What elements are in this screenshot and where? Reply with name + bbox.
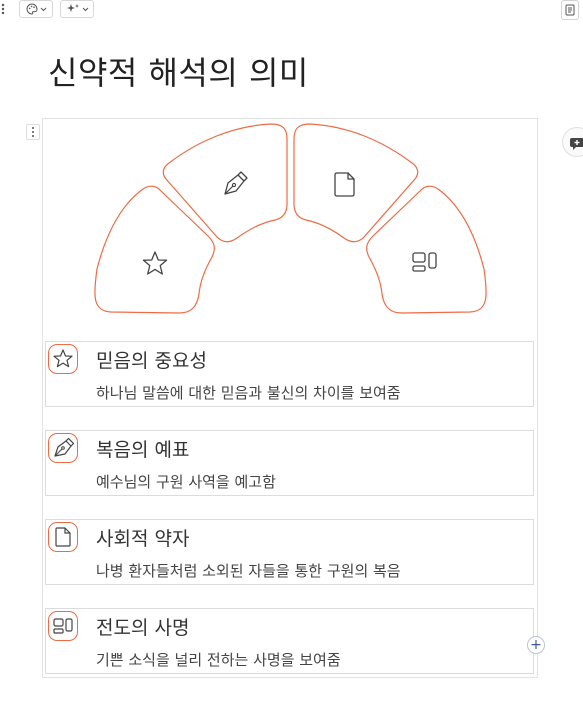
list-item[interactable]: 믿음의 중요성 하나님 말씀에 대한 믿음과 불신의 차이를 보여줌 bbox=[45, 341, 534, 407]
chevron-down-icon bbox=[82, 7, 88, 11]
more-vertical-icon bbox=[1, 3, 5, 15]
item-icon-badge bbox=[48, 344, 78, 374]
item-description: 기쁜 소식을 널리 전하는 사명을 보여줌 bbox=[96, 651, 341, 669]
star-icon bbox=[53, 349, 73, 368]
item-description: 예수님의 구원 사역을 예고함 bbox=[96, 473, 276, 491]
list-item[interactable]: 전도의 사명 기쁜 소식을 널리 전하는 사명을 보여줌 bbox=[45, 608, 534, 674]
add-comment-button[interactable] bbox=[562, 127, 583, 157]
pen-nib-icon bbox=[54, 437, 74, 457]
list-item[interactable]: 사회적 약자 나병 환자들처럼 소외된 자들을 통한 구원의 복음 bbox=[45, 519, 534, 585]
list-item[interactable]: 복음의 예표 예수님의 구원 사역을 예고함 bbox=[45, 430, 534, 496]
layout-icon bbox=[53, 618, 73, 634]
item-icon-badge bbox=[48, 611, 78, 641]
item-description: 하나님 말씀에 대한 믿음과 불신의 차이를 보여줌 bbox=[96, 384, 401, 402]
item-icon-badge bbox=[48, 433, 78, 463]
notes-button[interactable] bbox=[561, 0, 579, 20]
item-icon-badge bbox=[48, 522, 78, 552]
page-title: 신약적 해석의 의미 bbox=[48, 54, 309, 92]
notes-icon bbox=[565, 4, 575, 16]
comment-plus-icon bbox=[570, 138, 583, 150]
document-icon bbox=[55, 527, 71, 547]
item-title: 사회적 약자 bbox=[96, 528, 190, 550]
palette-icon bbox=[26, 3, 38, 15]
theme-palette-button[interactable] bbox=[19, 0, 53, 18]
fan-diagram bbox=[94, 123, 487, 314]
item-description: 나병 환자들처럼 소외된 자들을 통한 구원의 복음 bbox=[96, 562, 401, 580]
item-title: 믿음의 중요성 bbox=[96, 350, 207, 372]
item-title: 전도의 사명 bbox=[96, 617, 190, 639]
ai-sparkles-button[interactable] bbox=[60, 0, 94, 18]
block-drag-handle[interactable] bbox=[26, 124, 40, 140]
more-options-button[interactable] bbox=[0, 0, 10, 18]
item-title: 복음의 예표 bbox=[96, 439, 190, 461]
sparkles-icon bbox=[66, 4, 79, 12]
add-item-button[interactable]: + bbox=[527, 636, 545, 654]
chevron-down-icon bbox=[40, 7, 46, 11]
